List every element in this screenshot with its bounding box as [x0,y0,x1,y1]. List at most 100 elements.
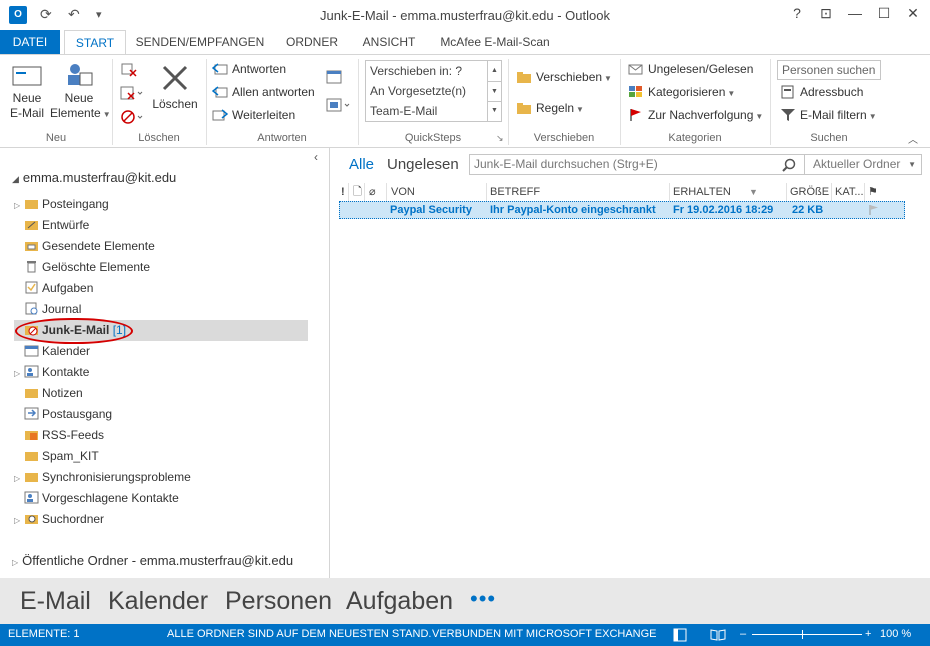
more-nav-options-icon[interactable]: ••• [470,586,496,612]
tab-mcafee[interactable]: McAfee E-Mail-Scan [432,30,558,54]
minimize-button[interactable]: — [845,5,865,21]
zoom-slider-thumb[interactable] [802,630,803,639]
scroll-up-icon[interactable]: ▲ [488,61,501,81]
help-button[interactable]: ? [787,5,807,21]
nav-tasks[interactable]: Aufgaben [346,587,453,616]
expand-icon[interactable]: ▷ [14,195,24,216]
expand-icon[interactable]: ▷ [12,558,18,567]
search-scope-select[interactable]: Aktueller Ordner ▼ [805,154,922,175]
folder-geloeschte-elemente[interactable]: Gelöschte Elemente [14,257,308,278]
scroll-down-icon[interactable]: ▼ [488,81,501,101]
new-email-button[interactable]: Neue E-Mail [6,59,48,121]
more-reply-options-icon[interactable] [326,97,352,113]
delete-button[interactable]: Löschen [150,59,200,112]
folder-gesendete-elemente[interactable]: Gesendete Elemente [14,236,308,257]
collapse-ribbon-icon[interactable]: ︿ [908,131,918,146]
expand-icon[interactable]: ▷ [14,510,24,531]
col-from[interactable]: VON [389,183,487,201]
more-quicksteps-icon[interactable]: ▼ [488,101,501,119]
zoom-level[interactable]: 100 % [880,628,911,640]
folder-spam-kit[interactable]: Spam_KIT [14,446,308,467]
folder-postausgang[interactable]: Postausgang [14,404,308,425]
nav-calendar[interactable]: Kalender [108,587,208,616]
expand-icon[interactable]: ▷ [14,363,24,384]
junk-icon[interactable] [120,109,144,125]
col-category[interactable]: KAT... [833,183,865,201]
filter-email-button[interactable]: E-Mail filtern ▼ [780,105,877,125]
tab-start[interactable]: START [64,30,126,55]
move-button[interactable]: Verschieben ▼ [516,67,612,87]
move-folder-icon [517,72,531,83]
col-importance[interactable]: ! [339,183,349,201]
folder-aufgaben[interactable]: Aufgaben [14,278,308,299]
col-received[interactable]: ERHALTEN ▼ [671,183,787,201]
new-items-button[interactable]: Neue Elemente ▼ [50,59,111,122]
quickstep-move-to[interactable]: Verschieben in: ? [366,61,488,81]
tasks-icon [25,281,38,294]
normal-view-icon[interactable] [673,628,687,642]
categorize-button[interactable]: Kategorisieren ▼ [628,82,735,102]
folder-posteingang[interactable]: ▷ Posteingang [14,194,308,215]
folder-icon [25,473,38,482]
new-email-label-1: Neue [12,91,42,105]
dialog-launcher-icon[interactable]: ↘ [496,133,504,144]
status-item-count: ELEMENTE: 1 [8,628,80,640]
follow-up-button[interactable]: Zur Nachverfolgung ▼ [628,105,763,125]
col-subject[interactable]: BETREFF [488,183,670,201]
folder-entwuerfe[interactable]: Entwürfe [14,215,308,236]
nav-people[interactable]: Personen [225,587,332,616]
folder-suchordner[interactable]: ▷ Suchordner [14,509,308,530]
public-folders[interactable]: ▷ Öffentliche Ordner - emma.musterfrau@ki… [12,553,293,568]
quickstep-to-manager[interactable]: An Vorgesetzte(n) [366,81,488,101]
flag-icon[interactable] [868,204,880,216]
reading-view-icon[interactable] [710,628,726,642]
mail-search-input[interactable]: Junk-E-Mail durchsuchen (Strg+E) [469,154,805,175]
folder-kalender[interactable]: Kalender [14,341,308,362]
tab-datei[interactable]: DATEI [0,30,60,54]
col-size[interactable]: GRÖßE [788,183,832,201]
nav-email[interactable]: E-Mail [20,587,91,616]
highlight-circle [15,318,133,344]
close-button[interactable]: ✕ [903,5,923,22]
filter-all-link[interactable]: Alle [349,156,374,173]
filter-unread-link[interactable]: Ungelesen [387,156,459,173]
folder-journal[interactable]: Journal [14,299,308,320]
table-row[interactable]: Paypal Security Ihr Paypal-Konto eingesc… [339,201,905,219]
folder-synchronisierungsprobleme[interactable]: ▷ Synchronisierungsprobleme [14,467,308,488]
maximize-button[interactable]: ☐ [874,5,894,22]
col-flag[interactable]: ⚑ [866,183,882,201]
col-attachment[interactable]: ⌀ [367,183,387,201]
quickstep-team-email[interactable]: Team-E-Mail [366,101,488,121]
folder-kontakte[interactable]: ▷ Kontakte [14,362,308,383]
collapse-pane-icon[interactable]: ‹ [314,150,318,164]
account-header[interactable]: ◢ emma.musterfrau@kit.edu [12,170,176,185]
ribbon-display-options-button[interactable]: ⊡ [816,5,836,22]
search-icon[interactable] [782,158,796,172]
tab-senden-empfangen[interactable]: SENDEN/EMPFANGEN [132,30,268,54]
forward-button[interactable]: Weiterleiten [212,105,295,125]
zoom-in-icon[interactable]: + [865,628,871,640]
zoom-out-icon[interactable]: – [740,628,746,640]
folder-notizen[interactable]: Notizen [14,383,308,404]
col-icon[interactable]: 🗋 [351,183,365,201]
quicksteps-scroll[interactable]: ▲ ▼ ▼ [487,61,501,121]
cleanup-icon[interactable] [120,85,144,101]
address-book-button[interactable]: Adressbuch [780,82,863,102]
journal-icon [25,302,38,315]
search-people-input[interactable]: Personen suchen [777,60,881,80]
zoom-slider[interactable] [752,634,862,635]
title-bar: O ⟳ ↶ ▾ Junk-E-Mail - emma.musterfrau@ki… [0,0,930,30]
ignore-icon[interactable] [120,61,138,77]
meeting-reply-icon[interactable] [326,69,344,85]
folder-label: Notizen [42,386,83,400]
tab-ansicht[interactable]: ANSICHT [354,30,424,54]
rules-button[interactable]: Regeln ▼ [516,98,584,118]
folder-vorgeschlagene-kontakte[interactable]: Vorgeschlagene Kontakte [14,488,308,509]
reply-all-button[interactable]: Allen antworten [212,82,315,102]
tab-ordner[interactable]: ORDNER [276,30,348,54]
reply-button[interactable]: Antworten [212,59,286,79]
expand-icon[interactable]: ▷ [14,468,24,489]
forward-label: Weiterleiten [232,108,296,122]
folder-rss-feeds[interactable]: RSS-Feeds [14,425,308,446]
unread-read-button[interactable]: Ungelesen/Gelesen [628,59,753,79]
